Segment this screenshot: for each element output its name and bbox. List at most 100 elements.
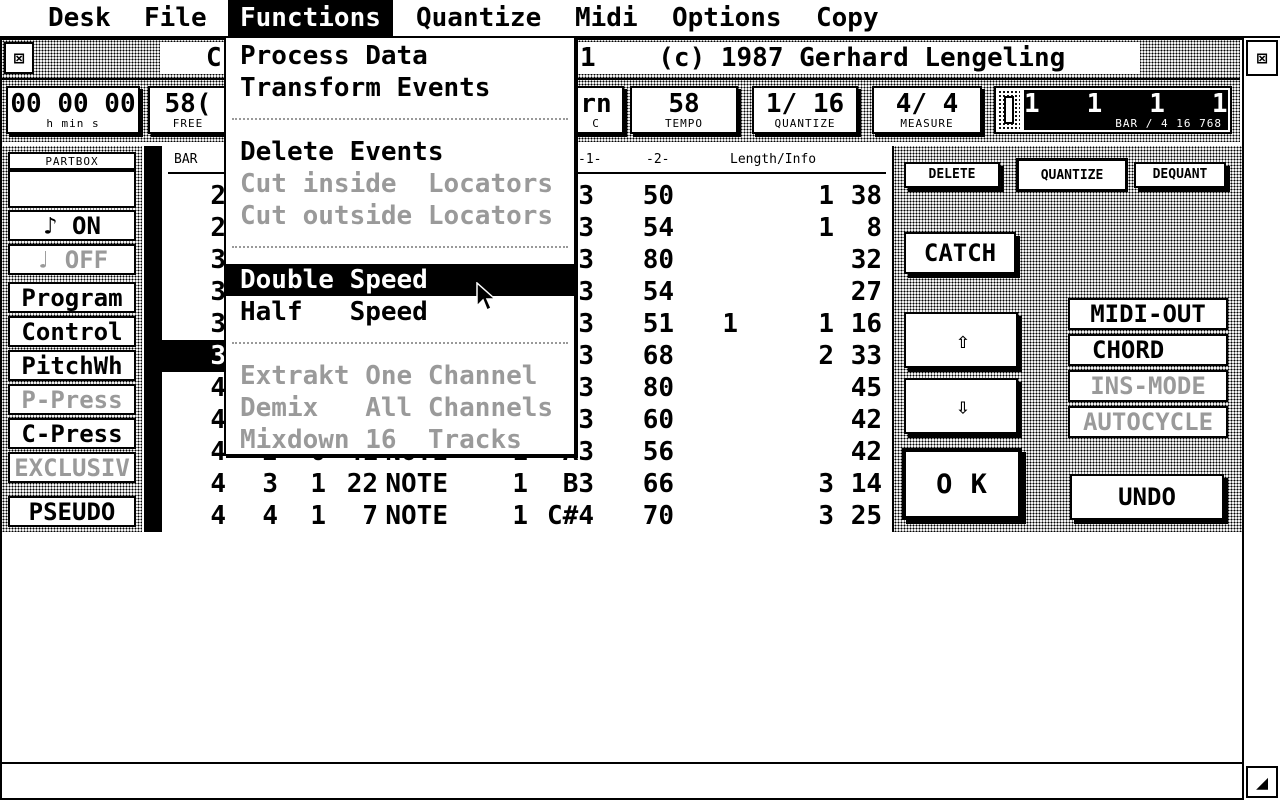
- event-cell-vel: 60: [642, 405, 674, 435]
- menu-item-demix-all-channels[interactable]: Demix All Channels: [226, 392, 574, 424]
- event-cell-len2: 27: [850, 277, 882, 307]
- menu-functions[interactable]: Functions: [228, 0, 393, 36]
- event-cell-vel: 68: [642, 341, 674, 371]
- pattern-value: rn: [580, 89, 612, 119]
- measure-display[interactable]: 4/ 4 MEASURE: [872, 86, 982, 134]
- chord-toggle[interactable]: CHORD: [1068, 334, 1228, 366]
- menu-separator: [232, 246, 568, 248]
- event-cell-len1: 1: [818, 213, 834, 243]
- event-cell-note: B3: [562, 469, 594, 499]
- partbox-program[interactable]: Program: [8, 282, 136, 313]
- catch-button[interactable]: CATCH: [904, 232, 1016, 274]
- event-row[interactable]: 4 4 1 7 NOTE 1 C#4 70 3 25: [168, 500, 888, 532]
- partbox-pitchwheel[interactable]: PitchWh: [8, 350, 136, 381]
- full-box-icon[interactable]: ⊠: [1246, 40, 1278, 76]
- menu-options[interactable]: Options: [660, 0, 794, 36]
- menu-item-process-data[interactable]: Process Data: [226, 40, 574, 72]
- menu-item-double-speed[interactable]: Double Speed: [226, 264, 574, 296]
- event-row[interactable]: 4 3 1 22 NOTE 1 B3 66 3 14: [168, 468, 888, 500]
- ok-button[interactable]: O K: [902, 448, 1022, 520]
- header-data1: -1-: [578, 152, 602, 167]
- event-cell-note: 3: [578, 277, 594, 307]
- midi-out-toggle[interactable]: MIDI-OUT: [1068, 298, 1228, 330]
- partbox-note-off[interactable]: ♩ OFF: [8, 244, 136, 275]
- size-box-icon[interactable]: ◢: [1246, 766, 1278, 798]
- event-cell-note: 3: [578, 309, 594, 339]
- event-cell-vel: 80: [642, 245, 674, 275]
- event-cell-d: 22: [346, 469, 378, 499]
- scroll-up-button[interactable]: ⇧: [904, 312, 1018, 368]
- partbox-slot[interactable]: [8, 170, 136, 208]
- quantize-button[interactable]: QUANTIZE: [1016, 158, 1128, 192]
- arrow-up-icon: ⇧: [944, 328, 982, 354]
- menu-file[interactable]: File: [132, 0, 219, 36]
- time-label: h min s: [46, 117, 100, 130]
- dequant-button[interactable]: DEQUANT: [1134, 162, 1226, 188]
- menu-item-mixdown-16-tracks[interactable]: Mixdown 16 Tracks: [226, 424, 574, 456]
- event-cell-d: 7: [362, 501, 378, 531]
- menu-desk[interactable]: Desk: [36, 0, 123, 36]
- header-bar: BAR: [174, 152, 198, 167]
- title-suffix: 1 (c) 1987 Gerhard Lengeling: [580, 43, 1066, 73]
- event-cell-vel: 56: [642, 437, 674, 467]
- menu-midi[interactable]: Midi: [563, 0, 650, 36]
- menu-separator: [232, 118, 568, 120]
- partbox-control[interactable]: Control: [8, 316, 136, 347]
- time-value: 00 00 00: [10, 89, 136, 119]
- free-display: 58( FREE: [148, 86, 228, 134]
- event-cell-vel: 54: [642, 213, 674, 243]
- delete-button[interactable]: DELETE: [904, 162, 1000, 188]
- event-cell-ch: 1: [512, 501, 528, 531]
- autocycle-toggle[interactable]: AUTOCYCLE: [1068, 406, 1228, 438]
- arrow-down-icon: ⇩: [944, 394, 982, 420]
- vertical-scrollbar[interactable]: [1242, 78, 1280, 768]
- menu-quantize[interactable]: Quantize: [404, 0, 553, 36]
- position-display: 1 1 1 1 BAR / 4 16 768: [994, 86, 1232, 134]
- event-cell-bar: 4: [210, 469, 226, 499]
- event-cell-c: 1: [310, 469, 326, 499]
- header-data2: -2-: [646, 152, 670, 167]
- quantize-value: 1/ 16: [765, 89, 845, 119]
- pattern-display: rn C: [568, 86, 624, 134]
- quantize-label: QUANTIZE: [774, 117, 836, 130]
- menu-copy[interactable]: Copy: [804, 0, 891, 36]
- partbox-poly-press[interactable]: P-Press: [8, 384, 136, 415]
- event-cell-vel: 66: [642, 469, 674, 499]
- event-cell-len2: 16: [850, 309, 882, 339]
- menu-item-half-speed[interactable]: Half Speed: [226, 296, 574, 328]
- menu-item-cut-inside-locators[interactable]: Cut inside Locators: [226, 168, 574, 200]
- position-slider-knob[interactable]: [1004, 96, 1014, 124]
- event-cell-len1: 1: [818, 181, 834, 211]
- menu-item-extrakt-one-channel[interactable]: Extrakt One Channel: [226, 360, 574, 392]
- event-cell-type: NOTE: [385, 501, 448, 531]
- free-value: 58(: [164, 89, 212, 119]
- partbox-channel-press[interactable]: C-Press: [8, 418, 136, 449]
- partbox-exclusive[interactable]: EXCLUSIV: [8, 452, 136, 483]
- mouse-pointer-icon: [476, 282, 497, 312]
- menu-item-delete-events[interactable]: Delete Events: [226, 136, 574, 168]
- event-cell-len2: 33: [850, 341, 882, 371]
- event-cell-vel: 51: [642, 309, 674, 339]
- tempo-display[interactable]: 58 TEMPO: [630, 86, 738, 134]
- quantize-display[interactable]: 1/ 16 QUANTIZE: [752, 86, 858, 134]
- functions-menu: Process Data Transform Events Delete Eve…: [224, 36, 576, 456]
- event-cell-len2: 45: [850, 373, 882, 403]
- event-cell-note: 3: [578, 341, 594, 371]
- ins-mode-toggle[interactable]: INS-MODE: [1068, 370, 1228, 402]
- event-cell-note: 3: [578, 213, 594, 243]
- list-scroll-track[interactable]: [144, 146, 162, 532]
- position-counter: 1 1 1 1 BAR / 4 16 768: [1024, 90, 1228, 130]
- menu-item-cut-outside-locators[interactable]: Cut outside Locators: [226, 200, 574, 232]
- undo-button[interactable]: UNDO: [1070, 474, 1224, 520]
- menu-item-transform-events[interactable]: Transform Events: [226, 72, 574, 104]
- event-cell-len1: 3: [818, 501, 834, 531]
- measure-label: MEASURE: [900, 117, 954, 130]
- close-box-icon[interactable]: ⊠: [4, 42, 34, 74]
- position-value: 1 1 1 1: [1024, 89, 1228, 119]
- partbox-pseudo[interactable]: PSEUDO: [8, 496, 136, 527]
- scroll-down-button[interactable]: ⇩: [904, 378, 1018, 434]
- partbox-note-on[interactable]: ♪ ON: [8, 210, 136, 241]
- undo-label: UNDO: [1090, 482, 1204, 512]
- event-cell-len1: 2: [818, 341, 834, 371]
- event-cell-bar: 4: [210, 501, 226, 531]
